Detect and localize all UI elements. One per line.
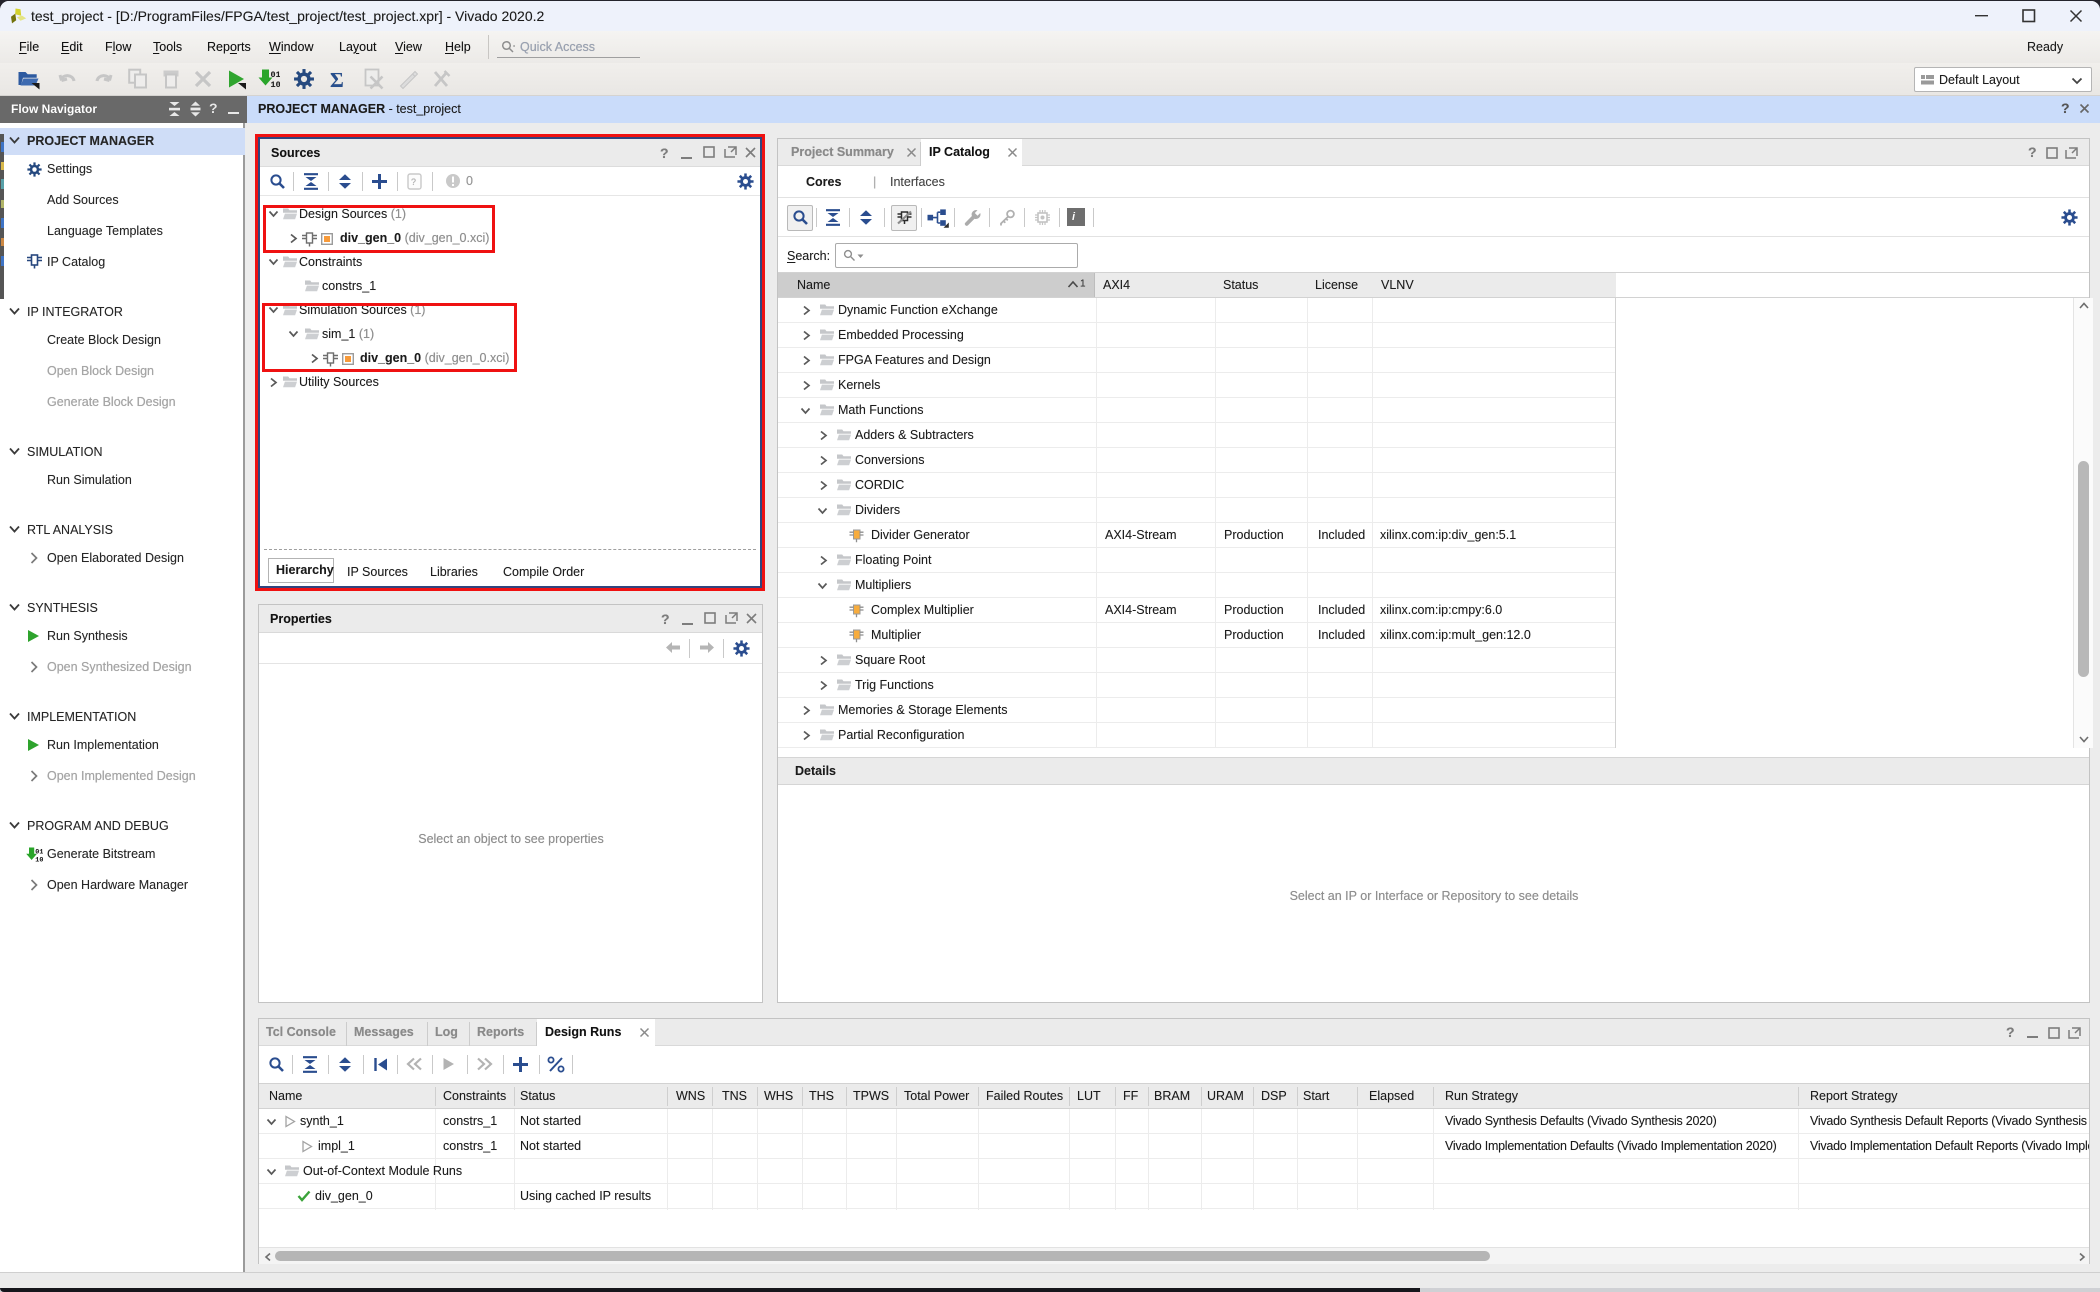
svg-text:10: 10 [271, 80, 281, 90]
svg-text:01: 01 [35, 849, 43, 857]
svg-text:10: 10 [35, 857, 43, 864]
svg-text:01: 01 [271, 70, 281, 80]
svg-text:?: ? [411, 177, 416, 187]
svg-text:Σ: Σ [330, 68, 344, 90]
